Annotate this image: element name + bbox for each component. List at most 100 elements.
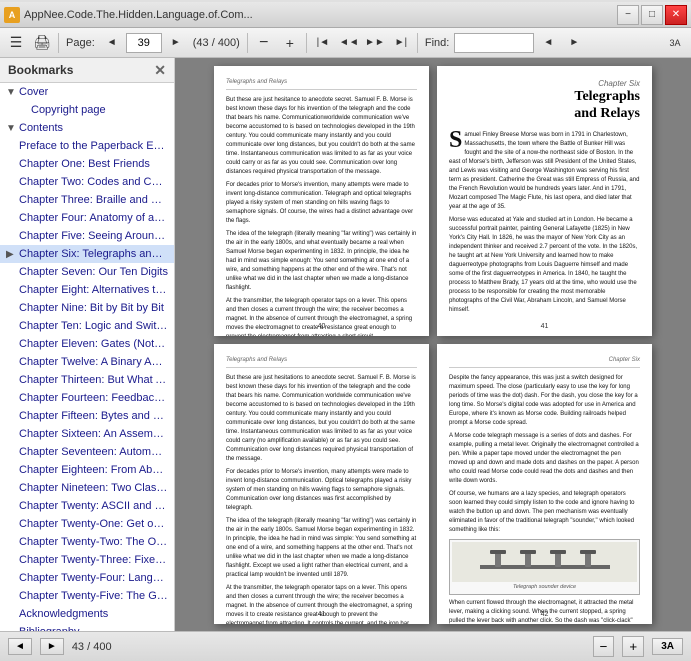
bookmark-item[interactable]: Chapter Seven: Our Ten Digits <box>0 263 174 281</box>
page-header-left: Telegraphs and Relays <box>226 78 417 90</box>
bookmark-item[interactable]: Chapter Seventeen: Automation <box>0 443 174 461</box>
bookmark-arrow: ▶ <box>6 249 16 260</box>
main-area: Bookmarks ✕ ▼CoverCopyright page▼Content… <box>0 58 691 631</box>
drop-cap: S <box>449 131 462 150</box>
status-bar: ◄ ► 43 / 400 − + 3A <box>0 631 691 661</box>
bookmark-label: Chapter Twenty-Four: Languages Hi... <box>19 572 168 584</box>
find-input[interactable] <box>454 33 534 53</box>
bookmark-item[interactable]: Chapter Fifteen: Bytes and Hex <box>0 407 174 425</box>
print-button[interactable]: 🖨 <box>30 31 54 55</box>
bookmark-label: Chapter Fourteen: Feedback and Flip... <box>19 392 168 404</box>
bookmark-item[interactable]: Chapter Twenty-One: Get on the Bus... <box>0 515 174 533</box>
bookmark-item[interactable]: Chapter Eighteen: From Abaci to Chi... <box>0 461 174 479</box>
bookmark-label: Chapter Twenty-Three: Fixed Point, F... <box>19 554 168 566</box>
bookmark-label: Chapter Four: Anatomy of a Flashlight <box>19 212 168 224</box>
status-zoom-in-button[interactable]: + <box>622 636 644 657</box>
bookmark-item[interactable]: ▼Cover <box>0 83 174 101</box>
pdf-area[interactable]: Telegraphs and Relays But these are just… <box>175 58 691 631</box>
bookmark-item[interactable]: Chapter Fourteen: Feedback and Flip... <box>0 389 174 407</box>
window-title: AppNee.Code.The.Hidden.Language.of.Com..… <box>24 9 617 21</box>
zoom-out-button[interactable]: − <box>252 31 276 55</box>
nav-prev-button[interactable]: ◄◄ <box>337 31 361 55</box>
chapter-title: Telegraphsand Relays <box>449 89 640 123</box>
toolbar-separator-1 <box>58 33 59 53</box>
status-zoom-out-button[interactable]: − <box>593 636 615 657</box>
bookmark-label: Chapter Seventeen: Automation <box>19 446 168 458</box>
bookmarks-header: Bookmarks ✕ <box>0 58 174 83</box>
bookmark-item[interactable]: Chapter Twenty-Five: The Graphical ... <box>0 587 174 605</box>
bookmark-label: Contents <box>19 122 63 134</box>
nav-last-button[interactable]: ►| <box>389 31 413 55</box>
bookmark-item[interactable]: Chapter Four: Anatomy of a Flashlight <box>0 209 174 227</box>
bookmarks-close-button[interactable]: ✕ <box>154 63 166 77</box>
bookmark-item[interactable]: Copyright page <box>0 101 174 119</box>
minimize-button[interactable]: − <box>617 5 639 25</box>
bookmark-item[interactable]: Chapter Twenty: ASCII and a Cast of ... <box>0 497 174 515</box>
display-mode-button[interactable]: 3A <box>663 31 687 55</box>
pdf-page-bottom-left: Telegraphs and Relays But these are just… <box>214 344 429 624</box>
bookmark-item[interactable]: ▼Contents <box>0 119 174 137</box>
menu-button[interactable]: ☰ <box>4 31 28 55</box>
bookmark-item[interactable]: Chapter Twelve: A Binary Adding Ma... <box>0 353 174 371</box>
maximize-button[interactable]: □ <box>641 5 663 25</box>
bookmarks-tree[interactable]: ▼CoverCopyright page▼ContentsPreface to … <box>0 83 174 631</box>
bookmark-item[interactable]: Chapter Twenty-Three: Fixed Point, F... <box>0 551 174 569</box>
bookmark-item[interactable]: Chapter Twenty-Four: Languages Hi... <box>0 569 174 587</box>
app-icon: A <box>4 7 20 23</box>
bookmark-label: Acknowledgments <box>19 608 108 620</box>
page-number-input[interactable] <box>126 33 162 53</box>
bookmark-label: Bibliography <box>19 626 80 631</box>
bookmark-label: Chapter One: Best Friends <box>19 158 150 170</box>
bookmark-label: Chapter Nineteen: Two Classic Micro... <box>19 482 168 494</box>
toolbar-separator-2 <box>247 33 248 53</box>
bookmark-arrow: ▼ <box>6 123 16 134</box>
status-prev-button[interactable]: ◄ <box>8 638 32 655</box>
bookmark-label: Preface to the Paperback Edition code (k… <box>19 140 168 152</box>
toolbar-separator-4 <box>417 33 418 53</box>
zoom-in-button[interactable]: + <box>278 31 302 55</box>
bookmark-label: Chapter Five: Seeing Around Corners... <box>19 230 168 242</box>
bookmark-label: Chapter Twelve: A Binary Adding Ma... <box>19 356 168 368</box>
bookmark-label: Chapter Sixteen: An Assemblage of M... <box>19 428 168 440</box>
bookmark-label: Chapter Twenty: ASCII and a Cast of ... <box>19 500 168 512</box>
close-button[interactable]: ✕ <box>665 5 687 25</box>
bookmark-item[interactable]: Acknowledgments <box>0 605 174 623</box>
page-header-bottom-left: Telegraphs and Relays <box>226 356 417 368</box>
toolbar-separator-3 <box>306 33 307 53</box>
bookmark-item[interactable]: Chapter Two: Codes and Combinatio... <box>0 173 174 191</box>
bookmark-label: Chapter Ten: Logic and Switches <box>19 320 168 332</box>
chapter-body: S amuel Finley Breese Morse was born in … <box>449 131 640 212</box>
bookmark-label: Chapter Eighteen: From Abaci to Chi... <box>19 464 168 476</box>
bookmark-item[interactable]: Chapter One: Best Friends <box>0 155 174 173</box>
bookmark-label: Chapter Thirteen: But What About Su... <box>19 374 168 386</box>
bookmark-item[interactable]: Chapter Nineteen: Two Classic Micro... <box>0 479 174 497</box>
find-prev-button[interactable]: ◄ <box>536 31 560 55</box>
bookmark-item[interactable]: Chapter Twenty-Two: The Operating ... <box>0 533 174 551</box>
bookmark-item[interactable]: ▶Chapter Six: Telegraphs and Relays <box>0 245 174 263</box>
bookmark-label: Chapter Three: Braille and Binary Co... <box>19 194 168 206</box>
bookmark-item[interactable]: Chapter Ten: Logic and Switches <box>0 317 174 335</box>
next-page-button[interactable]: ► <box>164 31 188 55</box>
bookmark-item[interactable]: Chapter Five: Seeing Around Corners... <box>0 227 174 245</box>
bookmark-item[interactable]: Chapter Sixteen: An Assemblage of M... <box>0 425 174 443</box>
page-count: (43 / 400) <box>193 37 240 49</box>
title-bar: A AppNee.Code.The.Hidden.Language.of.Com… <box>0 0 691 28</box>
bookmark-item[interactable]: Chapter Eleven: Gates (Not Bill) <box>0 335 174 353</box>
bookmark-item[interactable]: Chapter Thirteen: But What About Su... <box>0 371 174 389</box>
status-next-button[interactable]: ► <box>40 638 64 655</box>
bookmark-item[interactable]: Bibliography <box>0 623 174 631</box>
bookmark-item[interactable]: Preface to the Paperback Edition code (k… <box>0 137 174 155</box>
bookmark-label: Chapter Fifteen: Bytes and Hex <box>19 410 168 422</box>
bookmarks-title: Bookmarks <box>8 63 73 77</box>
bookmark-item[interactable]: Chapter Nine: Bit by Bit by Bit <box>0 299 174 317</box>
bookmark-item[interactable]: Chapter Eight: Alternatives to Ten ... <box>0 281 174 299</box>
bookmark-item[interactable]: Chapter Three: Braille and Binary Co... <box>0 191 174 209</box>
nav-first-button[interactable]: |◄ <box>311 31 335 55</box>
status-display-button[interactable]: 3A <box>652 638 683 655</box>
find-next-button[interactable]: ► <box>562 31 586 55</box>
status-page-info: 43 / 400 <box>72 641 112 653</box>
nav-next-button[interactable]: ►► <box>363 31 387 55</box>
prev-page-button[interactable]: ◄ <box>100 31 124 55</box>
bookmark-arrow: ▼ <box>6 87 16 98</box>
toolbar: ☰ 🖨 Page: ◄ ► (43 / 400) − + |◄ ◄◄ ►► ►|… <box>0 28 691 58</box>
